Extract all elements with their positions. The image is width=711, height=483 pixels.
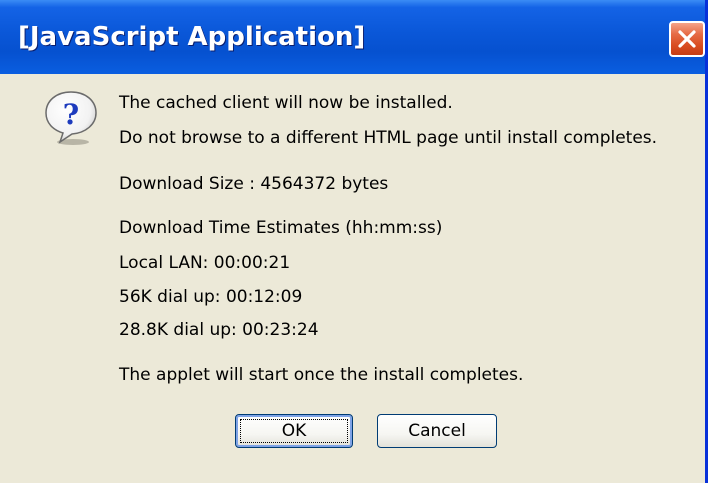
focus-rectangle (240, 419, 348, 443)
download-size: Download Size : 4564372 bytes (119, 174, 389, 194)
estimate-56k: 56K dial up: 00:12:09 (119, 287, 303, 307)
window-title: [JavaScript Application] (18, 22, 366, 52)
message-line-installed: The cached client will now be installed. (119, 93, 453, 113)
download-estimates-heading: Download Time Estimates (hh:mm:ss) (119, 218, 443, 238)
close-icon (678, 30, 696, 48)
estimate-28-8k: 28.8K dial up: 00:23:24 (119, 320, 319, 340)
svg-text:?: ? (63, 98, 79, 131)
ok-button[interactable]: OK (235, 414, 353, 448)
question-icon: ? (45, 91, 97, 145)
close-button[interactable] (669, 21, 705, 57)
message-line-applet: The applet will start once the install c… (119, 365, 524, 385)
estimate-local-lan: Local LAN: 00:00:21 (119, 253, 291, 273)
title-bar[interactable]: [JavaScript Application] (0, 0, 705, 74)
cancel-button-label: Cancel (408, 421, 466, 441)
message-line-warning: Do not browse to a different HTML page u… (119, 128, 658, 148)
dialog-window: [JavaScript Application] ? The cached cl… (0, 0, 708, 483)
cancel-button[interactable]: Cancel (377, 414, 497, 448)
